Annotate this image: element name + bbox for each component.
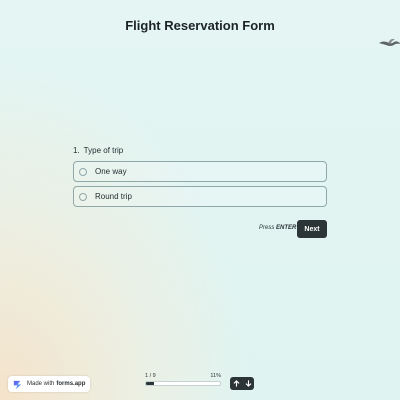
progress-fill [146, 382, 155, 385]
question-text: Type of trip [83, 146, 124, 155]
progress-bar [145, 381, 221, 386]
brand-name: forms.app [56, 381, 86, 387]
press-prefix: Press [259, 225, 275, 231]
press-enter-hint: Press ENTER [259, 225, 296, 231]
radio-circle-icon[interactable] [79, 167, 87, 176]
question-number: 1. [73, 146, 80, 155]
arrow-down-icon [245, 380, 251, 387]
arrow-up-icon [233, 380, 239, 387]
option-one-way[interactable]: One way [73, 161, 327, 182]
forms-app-logo-icon [13, 380, 22, 389]
next-button[interactable]: Next [297, 220, 327, 238]
option-label: One way [95, 167, 127, 176]
made-with-badge[interactable]: Made with forms.app [8, 376, 90, 392]
option-label: Round trip [95, 192, 132, 201]
nav-up-button[interactable] [230, 377, 242, 390]
question-label: 1. Type of trip [73, 146, 123, 155]
form-title: Flight Reservation Form [125, 18, 275, 33]
progress-percent: 11% [210, 373, 221, 379]
nav-down-button[interactable] [242, 377, 254, 390]
bird-illustration [379, 38, 400, 46]
option-round-trip[interactable]: Round trip [73, 186, 327, 207]
progress-indicator: 1 / 9 11% [145, 373, 221, 386]
made-with-text: Made with [27, 381, 55, 387]
question-navigation [230, 377, 254, 390]
radio-circle-icon[interactable] [79, 192, 87, 201]
press-key: ENTER [276, 225, 297, 231]
progress-count: 1 / 9 [145, 373, 156, 379]
